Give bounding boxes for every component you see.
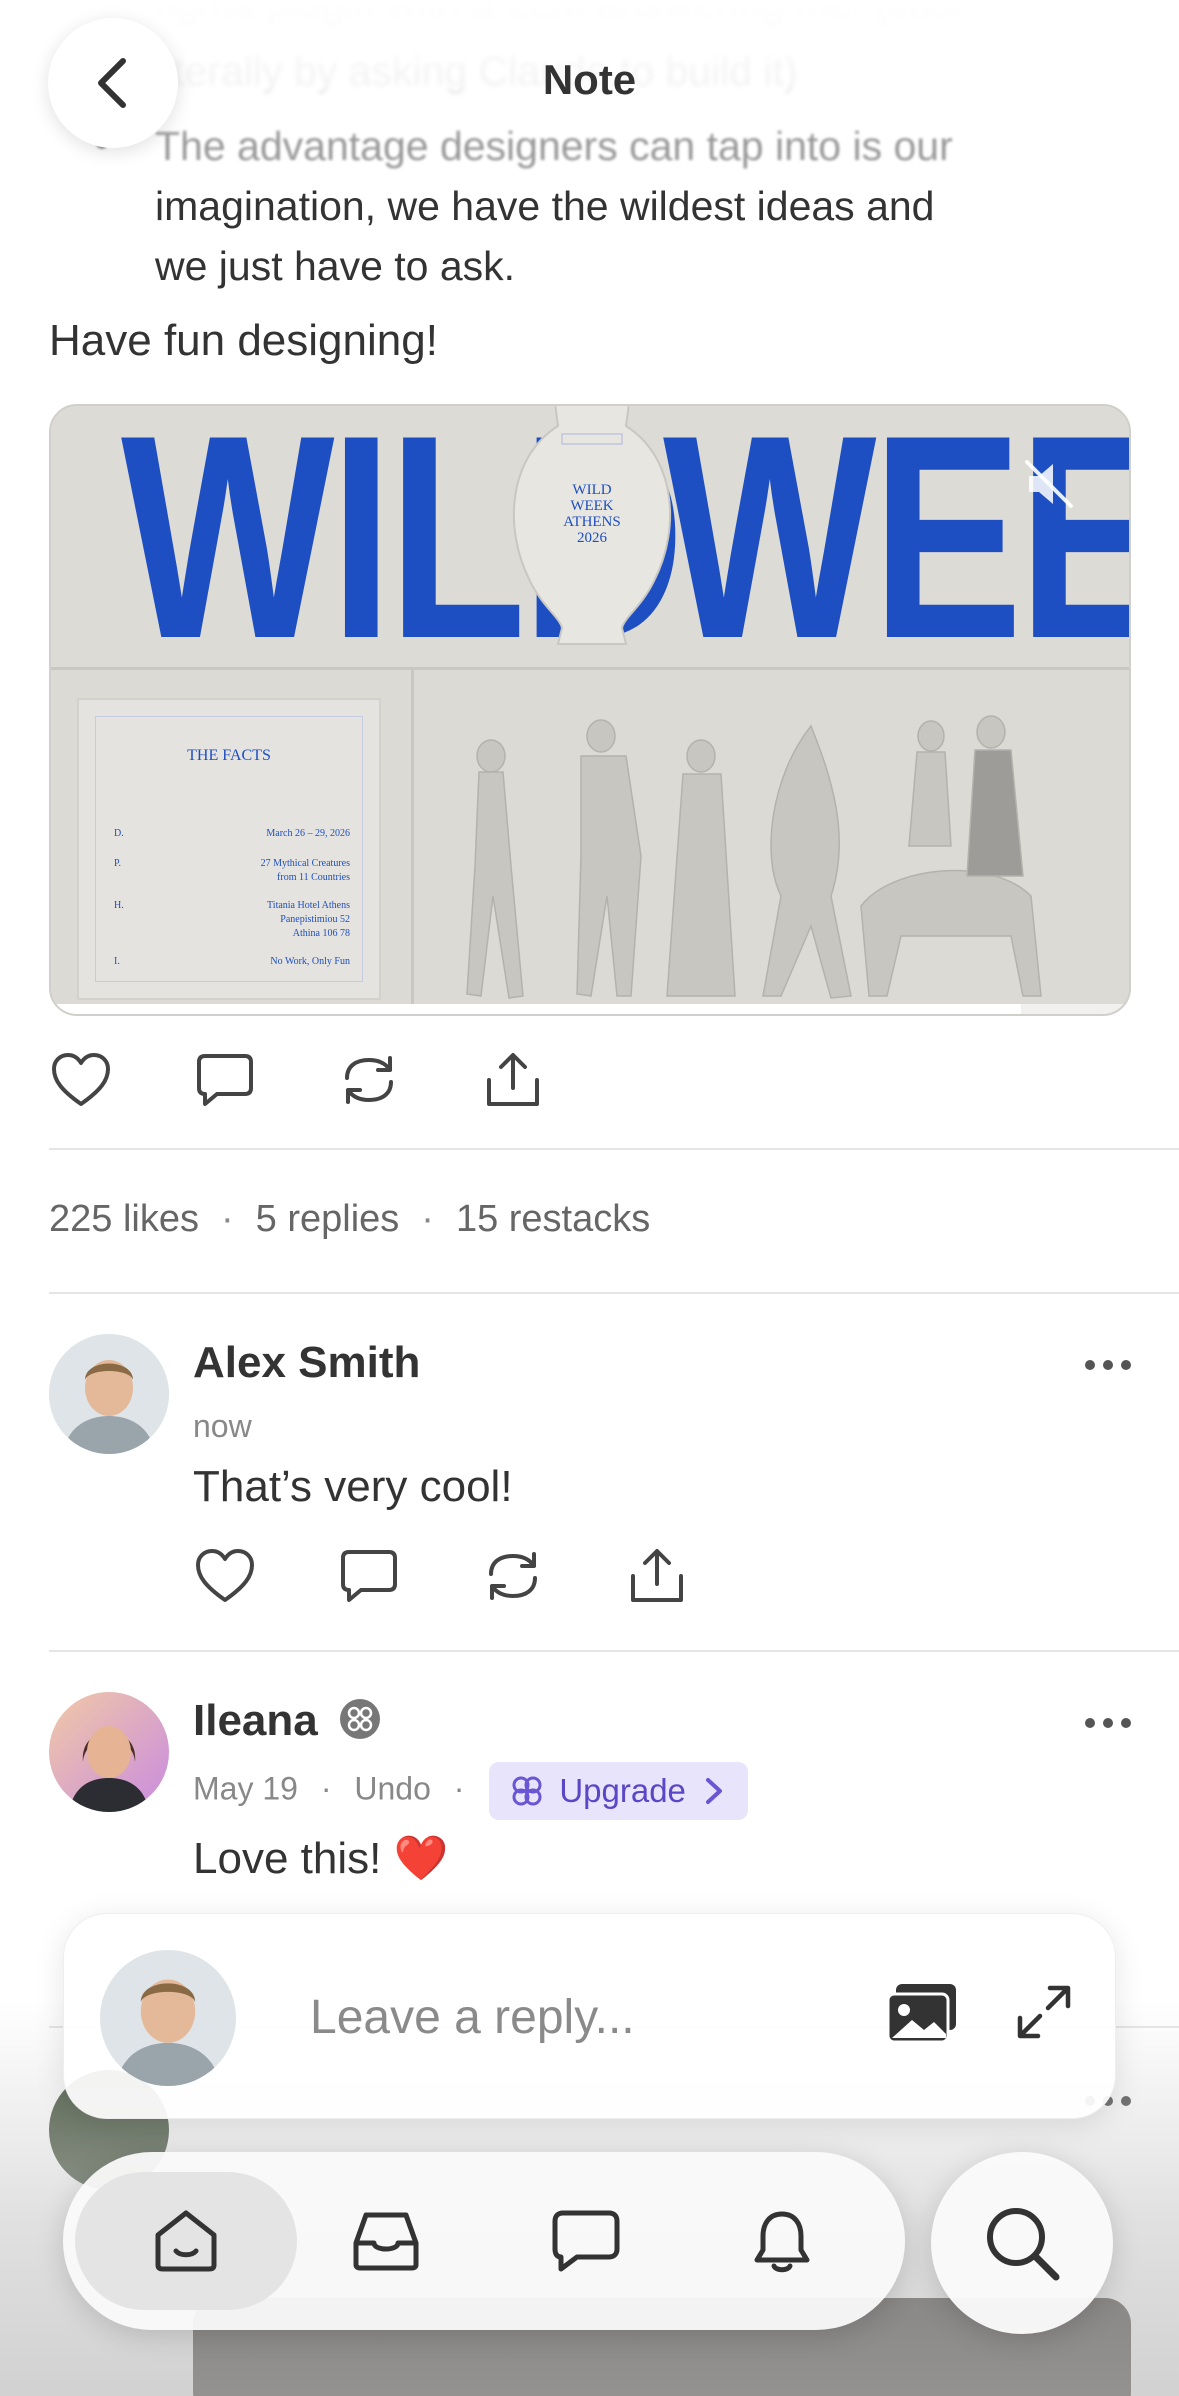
undo-link[interactable]: Undo xyxy=(354,1770,431,1806)
video-progress-bar[interactable] xyxy=(51,1004,1129,1014)
post-closing-text: Have fun designing! xyxy=(49,316,438,365)
comment-item: Ileana May 19 · Undo · Upgrade Love this… xyxy=(49,1692,1179,1892)
share-button[interactable] xyxy=(625,1544,689,1608)
avatar-image xyxy=(49,1334,169,1454)
headline-week: WEEK xyxy=(663,404,1129,699)
tab-inbox[interactable] xyxy=(317,2172,455,2310)
heart-icon xyxy=(52,1053,110,1106)
comment-icon xyxy=(341,1550,397,1602)
comment-actions xyxy=(193,1544,769,1608)
home-icon xyxy=(155,2210,217,2272)
subscriber-badge-icon xyxy=(512,1776,542,1806)
mythical-creatures-frieze xyxy=(466,715,1042,999)
avatar xyxy=(100,1950,236,2086)
mute-icon[interactable] xyxy=(1023,458,1075,510)
reply-input[interactable] xyxy=(310,1984,910,2050)
comment-meta: May 19 · Undo · Upgrade xyxy=(193,1762,748,1820)
facts-title: THE FACTS xyxy=(187,747,271,764)
restack-button[interactable] xyxy=(337,1048,401,1112)
fact-key: P. xyxy=(114,858,121,869)
likes-count[interactable]: 225 likes xyxy=(49,1198,199,1240)
tab-bar xyxy=(63,2152,905,2330)
restack-button[interactable] xyxy=(481,1544,545,1608)
facts-card: THE FACTS D. March 26 – 29, 2026 P. 27 M… xyxy=(77,698,381,1000)
post-bullet-line: imagination, we have the wildest ideas a… xyxy=(155,183,935,229)
tab-chat[interactable] xyxy=(517,2172,655,2310)
avatar[interactable] xyxy=(49,1692,169,1812)
meta-separator: · xyxy=(453,1770,465,1807)
reply-button[interactable] xyxy=(337,1544,401,1608)
avatar-image xyxy=(49,1692,169,1812)
fact-value: No Work, Only Fun xyxy=(270,956,350,967)
share-icon xyxy=(487,1053,539,1106)
divider xyxy=(49,1148,1179,1150)
upgrade-button[interactable]: Upgrade xyxy=(489,1762,748,1820)
vase-label-line: 2026 xyxy=(577,530,607,546)
meta-separator: · xyxy=(320,1770,332,1807)
video-progress-fill xyxy=(51,1004,1022,1014)
vase-label: WILD WEEK ATHENS 2026 xyxy=(504,482,680,546)
subscriber-badge-icon xyxy=(339,1699,380,1739)
fact-key: I. xyxy=(114,956,120,967)
post-stats: 225 likes · 5 replies · 15 restacks xyxy=(49,1198,650,1241)
more-options-icon[interactable] xyxy=(1083,1716,1133,1730)
fact-key: H. xyxy=(114,900,124,911)
avatar[interactable] xyxy=(49,1334,169,1454)
vase-label-line: ATHENS xyxy=(563,514,621,530)
restack-icon xyxy=(489,1552,537,1600)
fact-value: March 26 – 29, 2026 xyxy=(266,828,350,839)
comment-author-name: Ileana xyxy=(193,1696,318,1745)
post-actions xyxy=(49,1048,625,1112)
search-icon xyxy=(987,2208,1060,2281)
post-bullet: The advantage designers can tap into is … xyxy=(155,116,1085,296)
video-banner: WILD WEEK WILD WEEK ATHENS 2026 xyxy=(51,406,1129,682)
vase-label-line: WEEK xyxy=(570,498,614,514)
upgrade-label: Upgrade xyxy=(559,1772,686,1809)
comment-item: Alex Smith now That’s very cool! xyxy=(49,1334,1179,1654)
media-divider xyxy=(411,670,414,1014)
reply-button[interactable] xyxy=(193,1048,257,1112)
post-bullet-line: we just have to ask. xyxy=(155,243,516,289)
post-video[interactable]: WILD WEEK WILD WEEK ATHENS 2026 THE FACT… xyxy=(49,404,1131,1016)
fact-value: 27 Mythical Creatures from 11 Countries xyxy=(260,858,350,883)
tab-home[interactable] xyxy=(75,2172,297,2310)
tab-notifications[interactable] xyxy=(713,2172,851,2310)
expand-icon[interactable] xyxy=(1016,1984,1072,2040)
share-button[interactable] xyxy=(481,1048,545,1112)
avatar-image xyxy=(100,1950,236,2086)
comment-time: now xyxy=(193,1408,252,1444)
stat-separator: · xyxy=(220,1198,234,1240)
heart-icon xyxy=(196,1549,254,1602)
like-button[interactable] xyxy=(193,1544,257,1608)
divider xyxy=(49,1292,1179,1294)
like-button[interactable] xyxy=(49,1048,113,1112)
restacks-count[interactable]: 15 restacks xyxy=(456,1198,650,1240)
comment-author[interactable]: Alex Smith xyxy=(193,1338,420,1388)
comment-author[interactable]: Ileana xyxy=(193,1696,382,1746)
inbox-icon xyxy=(353,2212,419,2271)
reply-composer xyxy=(63,1913,1116,2119)
vase-label-line: WILD xyxy=(572,482,612,498)
fact-value: Titania Hotel Athens Panepistimiou 52 At… xyxy=(267,900,350,939)
restack-icon xyxy=(345,1056,393,1104)
blurred-text-line-1: figma plugin with a LLM answering me. (J… xyxy=(155,0,964,26)
chat-icon xyxy=(552,2210,620,2272)
replies-count[interactable]: 5 replies xyxy=(256,1198,400,1240)
image-attach-icon[interactable] xyxy=(884,1980,960,2046)
fact-key: D. xyxy=(114,828,124,839)
comment-time: May 19 xyxy=(193,1770,298,1807)
share-icon xyxy=(631,1549,683,1602)
stat-separator: · xyxy=(421,1198,434,1240)
bell-icon xyxy=(754,2211,810,2273)
more-options-icon[interactable] xyxy=(1083,1358,1133,1372)
search-button[interactable] xyxy=(931,2152,1113,2334)
divider xyxy=(49,1650,1179,1652)
post-bullet-line: The advantage designers can tap into is … xyxy=(155,123,953,169)
comment-body: Love this! ❤️ xyxy=(193,1834,449,1883)
comment-body: That’s very cool! xyxy=(193,1462,513,1511)
comment-icon xyxy=(197,1054,253,1106)
facts-frame: THE FACTS D. March 26 – 29, 2026 P. 27 M… xyxy=(95,716,363,982)
page-title: Note xyxy=(542,56,637,103)
chevron-right-icon xyxy=(705,1778,722,1804)
